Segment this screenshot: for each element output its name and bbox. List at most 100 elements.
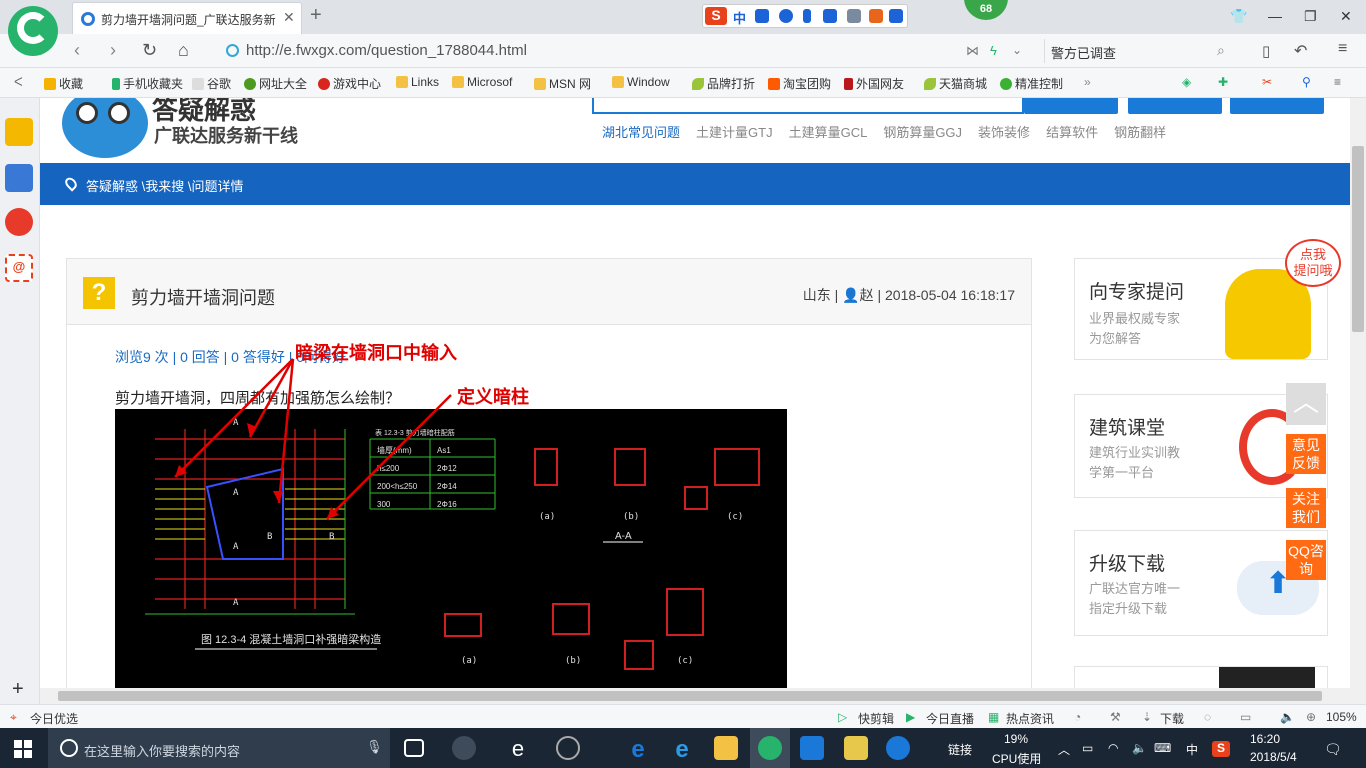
undo-icon[interactable]: ↶	[1294, 41, 1307, 61]
tool-icon[interactable]: ⚒	[1110, 710, 1121, 724]
ime-toolbar[interactable]: S 中	[702, 4, 908, 28]
download-icon[interactable]: ⇣	[1142, 710, 1152, 724]
sogou-icon[interactable]: S	[705, 7, 727, 25]
ime-tray-label[interactable]: 中	[1186, 741, 1198, 758]
bookmark-microsoft[interactable]: Microsof	[452, 75, 512, 89]
lightning-icon[interactable]: ϟ	[990, 43, 997, 58]
fan-app-icon[interactable]	[452, 736, 476, 760]
url-text[interactable]: http://e.fwxgx.com/question_1788044.html	[246, 42, 527, 59]
punctuation-icon[interactable]	[755, 9, 769, 23]
swirl-app-icon[interactable]	[556, 736, 580, 760]
promo-card[interactable]	[1074, 666, 1328, 688]
360-browser-icon[interactable]	[758, 736, 782, 760]
more-tools-icon[interactable]: ≡	[1334, 75, 1341, 89]
ask-bubble[interactable]: 点我 提问哦	[1285, 239, 1341, 287]
reading-list-icon[interactable]	[5, 164, 33, 192]
status-item[interactable]: 下载	[1160, 710, 1184, 727]
vertical-scrollbar[interactable]	[1350, 98, 1366, 688]
microphone-icon[interactable]	[803, 9, 811, 23]
url-field[interactable]: http://e.fwxgx.com/question_1788044.html	[222, 39, 1044, 63]
status-item[interactable]: 热点资讯	[1006, 710, 1054, 727]
zoom-level[interactable]: 105%	[1326, 710, 1357, 724]
add-sidebar-icon[interactable]: +	[12, 678, 24, 701]
menu-icon[interactable]: ≡	[1338, 40, 1347, 58]
bookmark-sites[interactable]: 网址大全	[244, 75, 307, 92]
hot-link[interactable]: 钢筋翻样	[1114, 125, 1166, 140]
home-icon[interactable]: ⌂	[178, 40, 189, 61]
links-toolbar[interactable]: 链接	[948, 741, 972, 758]
volume-icon[interactable]: 🔈	[1280, 710, 1295, 724]
speed-icon[interactable]: ◔	[1074, 710, 1081, 724]
search-box[interactable]: 警方已调查 ⌕	[1044, 39, 1240, 63]
new-tab-icon[interactable]: +	[310, 4, 322, 27]
emoji-icon[interactable]	[779, 9, 793, 23]
favorites-star-icon[interactable]	[5, 118, 33, 146]
bookmark-games[interactable]: 游戏中心	[318, 75, 381, 92]
ask-expert-card[interactable]: 向专家提问 业界最权威专家 为您解答 点我 提问哦	[1074, 239, 1341, 360]
hot-link[interactable]: 结算软件	[1046, 125, 1098, 140]
bookmark-brand-discount[interactable]: 品牌打折	[692, 75, 755, 92]
keyboard-icon[interactable]	[823, 9, 837, 23]
search-input[interactable]: 警方已调查	[1051, 43, 1116, 62]
minimize-icon[interactable]: —	[1268, 8, 1282, 24]
back-icon[interactable]: ‹	[74, 40, 80, 61]
back-to-top-button[interactable]: ︿	[1286, 383, 1326, 425]
scroll-thumb[interactable]	[1352, 146, 1364, 332]
answer-button[interactable]	[1230, 98, 1324, 114]
notes-icon[interactable]	[844, 736, 868, 760]
bookmark-foreign[interactable]: 外国网友	[844, 75, 904, 92]
forward-icon[interactable]: ›	[110, 40, 116, 61]
add-icon[interactable]: ✚	[1218, 75, 1228, 89]
file-explorer-icon[interactable]	[714, 736, 738, 760]
scroll-thumb[interactable]	[58, 691, 1322, 701]
close-tab-icon[interactable]: ✕	[283, 9, 295, 26]
clock-date[interactable]: 2018/5/4	[1250, 750, 1297, 764]
breadcrumb[interactable]: 答疑解惑 \我来搜 \问题详情	[86, 176, 243, 195]
taskbar-search-input[interactable]: 在这里输入你要搜索的内容	[84, 741, 240, 760]
maximize-icon[interactable]: ❐	[1304, 8, 1317, 25]
status-item[interactable]: 今日直播	[926, 710, 974, 727]
wifi-icon[interactable]: ◠	[1108, 741, 1118, 755]
horizontal-scrollbar[interactable]	[40, 688, 1366, 704]
site-search-button[interactable]	[1024, 98, 1118, 114]
glodon-icon[interactable]	[886, 736, 910, 760]
weibo-icon[interactable]	[5, 208, 33, 236]
dropdown-icon[interactable]: ⌄	[1012, 43, 1022, 57]
search-tool-icon[interactable]: ⚲	[1302, 75, 1311, 89]
ime-mode-label[interactable]: 中	[733, 8, 746, 27]
shield-icon[interactable]: ◈	[1182, 75, 1191, 89]
bookmark-links[interactable]: Links	[396, 75, 439, 89]
dingtalk-icon[interactable]	[800, 736, 824, 760]
microphone-icon[interactable]: 🎙	[366, 739, 383, 755]
tray-expand-icon[interactable]: ︿	[1058, 741, 1070, 758]
hot-link[interactable]: 土建计量GTJ	[696, 125, 773, 140]
site-search-input[interactable]	[592, 98, 1024, 114]
user-icon[interactable]	[847, 9, 861, 23]
hot-link[interactable]: 土建算量GCL	[789, 125, 868, 140]
bookmark-msn[interactable]: MSN 网	[534, 75, 591, 92]
tools-icon[interactable]	[889, 9, 903, 23]
hot-link[interactable]: 湖北常见问题	[602, 125, 680, 140]
email-icon[interactable]: @	[5, 254, 33, 282]
clean-icon[interactable]: ◌	[1204, 710, 1211, 724]
bookmark-tmall[interactable]: 天猫商城	[924, 75, 987, 92]
ie-icon[interactable]: e	[670, 736, 694, 763]
more-bookmarks-icon[interactable]: »	[1084, 75, 1091, 89]
browser-logo-icon[interactable]	[8, 6, 58, 56]
qq-consult-button[interactable]: QQ咨询	[1286, 540, 1326, 580]
edge-icon[interactable]: e	[626, 736, 650, 763]
follow-button[interactable]: 关注我们	[1286, 488, 1326, 528]
bookmark-mobile[interactable]: 手机收藏夹	[112, 75, 183, 92]
close-window-icon[interactable]: ✕	[1340, 8, 1352, 25]
search-icon[interactable]: ⌕	[1217, 42, 1225, 59]
refresh-icon[interactable]: ↻	[142, 40, 157, 61]
clock-time[interactable]: 16:20	[1250, 732, 1280, 746]
window-icon[interactable]: ▭	[1240, 710, 1251, 724]
notification-badge[interactable]: 68	[964, 0, 1008, 20]
share-icon[interactable]: ⋈	[966, 43, 979, 59]
question-user[interactable]: 赵	[860, 287, 874, 303]
taskbar-search[interactable]: 在这里输入你要搜索的内容 🎙	[48, 728, 390, 768]
windows-start-icon[interactable]	[14, 740, 32, 758]
battery-icon[interactable]: ▭	[1082, 741, 1093, 755]
bookmark-favorites[interactable]: 收藏	[44, 75, 83, 92]
